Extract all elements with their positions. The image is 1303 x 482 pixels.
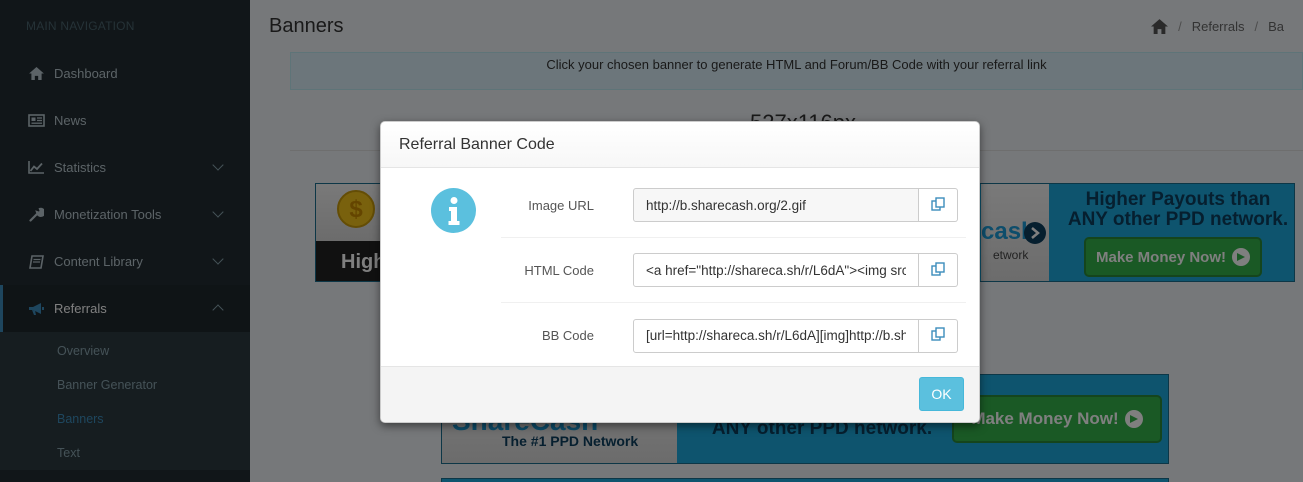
- referral-code-modal: Referral Banner Code Image URL HTML Code: [380, 121, 980, 423]
- html-code-group: [633, 253, 958, 287]
- bb-code-field[interactable]: [633, 318, 919, 353]
- image-url-field[interactable]: [633, 188, 919, 222]
- info-icon: [431, 188, 476, 233]
- copy-button[interactable]: [919, 318, 958, 353]
- modal-footer: OK: [381, 366, 979, 422]
- image-url-row: Image URL: [501, 173, 966, 238]
- field-label: BB Code: [541, 328, 594, 343]
- ok-button[interactable]: OK: [919, 377, 964, 411]
- html-code-field[interactable]: [633, 253, 919, 287]
- bb-code-row: BB Code: [501, 303, 966, 368]
- modal-body: Image URL HTML Code: [381, 168, 979, 367]
- modal-title: Referral Banner Code: [399, 135, 555, 153]
- field-label: Image URL: [528, 197, 594, 213]
- copy-button[interactable]: [919, 188, 958, 222]
- image-url-group: [633, 188, 958, 222]
- modal-header: Referral Banner Code: [381, 122, 979, 168]
- copy-button[interactable]: [919, 253, 958, 287]
- bb-code-group: [633, 318, 958, 353]
- copy-icon: [931, 327, 945, 344]
- copy-icon: [931, 196, 945, 214]
- copy-icon: [931, 261, 945, 279]
- field-label: HTML Code: [524, 262, 594, 278]
- html-code-row: HTML Code: [501, 238, 966, 303]
